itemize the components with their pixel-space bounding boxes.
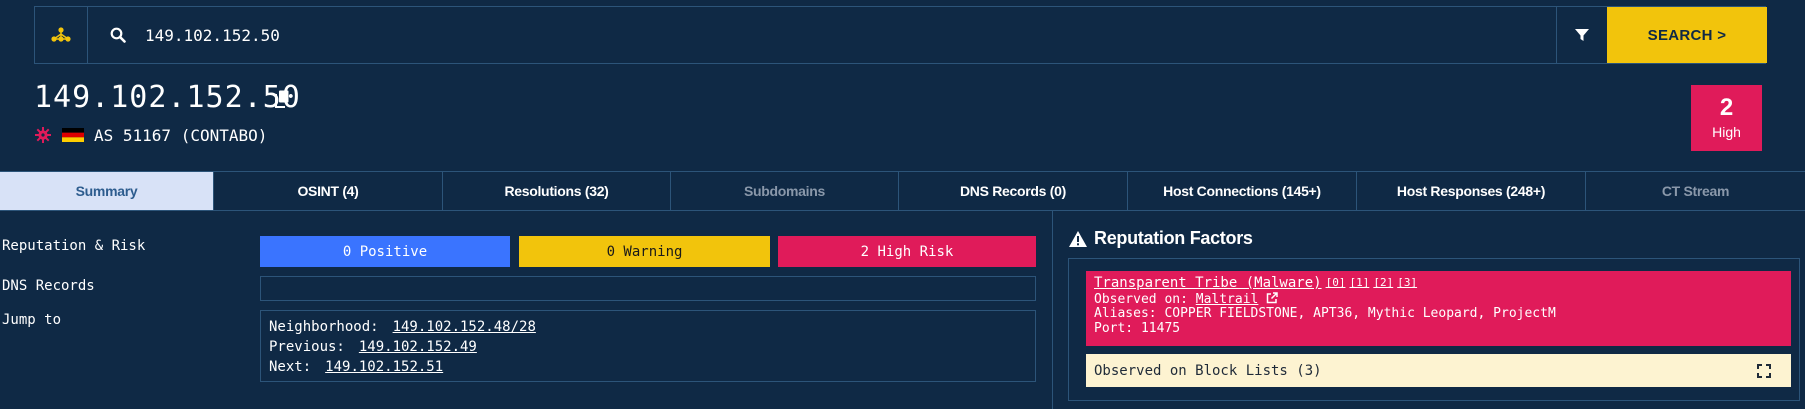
asn-label: AS 51167 (CONTABO): [94, 125, 268, 145]
germany-flag-icon: [62, 128, 84, 142]
blocklists-label: Observed on Block Lists (3): [1094, 362, 1322, 379]
search-button[interactable]: SEARCH >: [1607, 7, 1767, 63]
tab-host-connections[interactable]: Host Connections (145+): [1128, 172, 1357, 210]
filter-icon: [1574, 29, 1589, 41]
previous-label: Previous:: [269, 339, 345, 355]
graph-network-icon: [51, 27, 71, 42]
graph-view-button[interactable]: [35, 7, 88, 63]
search-input[interactable]: [145, 7, 1565, 63]
neighborhood-link[interactable]: 149.102.152.48/28: [393, 319, 536, 335]
previous-link[interactable]: 149.102.152.49: [359, 339, 477, 355]
reputation-factors-heading: Reputation Factors: [1068, 228, 1253, 249]
high-risk-count[interactable]: 2 High Risk: [778, 236, 1036, 267]
reputation-risk-label: Reputation & Risk: [2, 238, 146, 254]
neighborhood-label: Neighborhood:: [269, 319, 379, 335]
risk-score-badge: 2 High: [1691, 85, 1762, 151]
tab-bar: Summary OSINT (4) Resolutions (32) Subdo…: [0, 171, 1805, 211]
tab-osint[interactable]: OSINT (4): [214, 172, 443, 210]
risk-level: High: [1712, 124, 1741, 140]
tab-subdomains[interactable]: Subdomains: [671, 172, 899, 210]
tab-ct-stream[interactable]: CT Stream: [1586, 172, 1805, 210]
malware-name-link[interactable]: Transparent Tribe (Malware): [1094, 275, 1322, 291]
observed-source-link[interactable]: Maltrail: [1196, 292, 1259, 307]
tab-host-responses[interactable]: Host Responses (248+): [1357, 172, 1586, 210]
asn-row: AS 51167 (CONTABO): [34, 124, 267, 146]
dns-records-box: [260, 276, 1036, 301]
observed-on-label: Observed on:: [1094, 291, 1188, 307]
next-row: Next: 149.102.152.51: [269, 357, 1027, 377]
expand-icon[interactable]: [1757, 363, 1771, 382]
external-link-icon[interactable]: [1266, 291, 1278, 304]
observed-on-row: Observed on: Maltrail: [1094, 291, 1783, 308]
ref-link-0[interactable]: [0]: [1326, 276, 1346, 289]
previous-row: Previous: 149.102.152.49: [269, 337, 1027, 357]
neighborhood-row: Neighborhood: 149.102.152.48/28: [269, 317, 1027, 337]
malware-card: Transparent Tribe (Malware) [0] [1] [2] [3] …: [1086, 271, 1791, 346]
aliases-text: Aliases: COPPER FIELDSTONE, APT36, Mythi…: [1094, 306, 1556, 321]
dns-records-label: DNS Records: [2, 278, 95, 294]
warning-count[interactable]: 0 Warning: [519, 236, 770, 267]
copy-icon[interactable]: [275, 90, 289, 112]
tab-summary[interactable]: Summary: [0, 172, 214, 210]
reputation-factors-title: Reputation Factors: [1094, 228, 1253, 248]
next-link[interactable]: 149.102.152.51: [325, 359, 443, 375]
reference-links: [0] [1] [2] [3]: [1326, 276, 1422, 289]
search-bar: SEARCH >: [34, 6, 1767, 64]
ref-link-2[interactable]: [2]: [1373, 276, 1393, 289]
column-divider: [1052, 211, 1053, 409]
port-text: Port: 11475: [1094, 320, 1181, 336]
search-icon: [98, 7, 138, 63]
filter-button[interactable]: [1556, 7, 1606, 63]
threat-virus-icon: [35, 127, 51, 143]
page-title: 149.102.152.50: [34, 80, 301, 115]
warning-icon: [1069, 230, 1087, 247]
next-label: Next:: [269, 359, 312, 375]
ref-link-1[interactable]: [1]: [1349, 276, 1369, 289]
positive-count[interactable]: 0 Positive: [260, 236, 510, 267]
risk-score: 2: [1719, 94, 1734, 121]
ref-link-3[interactable]: [3]: [1397, 276, 1417, 289]
blocklists-row[interactable]: Observed on Block Lists (3): [1086, 354, 1791, 387]
tab-resolutions[interactable]: Resolutions (32): [443, 172, 671, 210]
jump-to-box: Neighborhood: 149.102.152.48/28 Previous:…: [260, 310, 1036, 382]
tab-dns-records[interactable]: DNS Records (0): [899, 172, 1128, 210]
jump-to-label: Jump to: [2, 312, 62, 328]
